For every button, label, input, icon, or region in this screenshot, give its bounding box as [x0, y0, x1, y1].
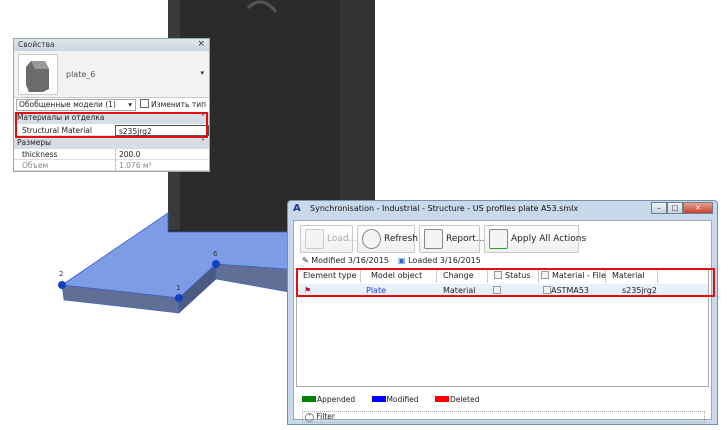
synchronisation-window: A Synchronisation - Industrial - Structu… [287, 200, 718, 425]
collapse-icon[interactable]: ˄ [201, 138, 205, 147]
minimize-button[interactable]: – [651, 202, 667, 214]
property-value[interactable]: 200.0 [115, 149, 209, 160]
properties-title-bar[interactable]: Свойства × [14, 39, 209, 51]
property-row[interactable]: thickness 200.0 [14, 149, 209, 160]
green-swatch [302, 396, 316, 402]
property-value: 1.076 м³ [115, 160, 209, 171]
red-swatch [434, 396, 449, 402]
type-filter-value: Обобщенные модели (1) [19, 100, 116, 109]
apply-label: Apply All Actions [511, 234, 587, 244]
properties-palette: Свойства × plate_6 ▾ Обобщенные модели (1… [13, 38, 210, 172]
refresh-button[interactable]: Refresh [357, 225, 418, 253]
legend-appended: Appended [302, 395, 355, 404]
load-label: Load... [327, 234, 358, 244]
edit-type-icon [140, 99, 149, 108]
maximize-button[interactable]: □ [667, 202, 683, 214]
loaded-text: Loaded 3/16/2015 [408, 256, 481, 265]
property-row: Объем 1.076 м³ [14, 160, 209, 171]
properties-title: Свойства [18, 40, 55, 49]
grip-point[interactable] [175, 294, 183, 302]
app-logo-icon: A [293, 203, 301, 214]
section-dimensions[interactable]: Размеры ˄ [14, 138, 209, 149]
legend-label: Appended [317, 395, 356, 404]
apply-checkmark-icon [489, 229, 508, 249]
edit-document-icon: ✎ [302, 256, 309, 265]
loaded-date: ▣ Loaded 3/16/2015 [398, 256, 481, 265]
legend: Appended Modified Deleted [302, 395, 479, 404]
chevron-down-icon[interactable]: ▾ [200, 69, 204, 77]
modified-text: Modified 3/16/2015 [311, 256, 389, 265]
section-title: Размеры [17, 138, 52, 147]
apply-all-actions-button[interactable]: Apply All Actions [484, 225, 586, 253]
property-label: Объем [14, 160, 115, 171]
window-title-bar[interactable]: A Synchronisation - Industrial - Structu… [288, 201, 717, 219]
point-label: 1 [176, 284, 180, 292]
plate-thumbnail [18, 54, 58, 95]
report-icon [424, 229, 443, 249]
edit-type-button[interactable]: Изменить тип [140, 99, 206, 111]
legend-label: Deleted [449, 395, 480, 404]
property-label: thickness [14, 149, 115, 160]
point-label: 6 [213, 250, 218, 258]
close-button[interactable]: ✕ [683, 202, 713, 214]
highlight-box [15, 112, 208, 138]
element-name: plate_6 [66, 70, 96, 79]
legend-modified: Modified [371, 395, 419, 404]
filter-expander[interactable]: ˅ Filter [302, 411, 705, 423]
load-icon [305, 229, 324, 249]
edit-type-label: Изменить тип [151, 100, 206, 109]
loaded-icon: ▣ [398, 256, 406, 265]
refresh-label: Refresh [384, 234, 418, 244]
highlight-box [296, 268, 715, 297]
type-preview[interactable]: plate_6 ▾ [14, 51, 209, 98]
legend-deleted: Deleted [434, 395, 480, 404]
type-filter-dropdown[interactable]: Обобщенные модели (1) ▾ [16, 99, 136, 111]
close-icon[interactable]: × [197, 39, 205, 49]
window-title: Synchronisation - Industrial - Structure… [310, 204, 579, 213]
grip-point[interactable] [58, 281, 66, 289]
modified-date: ✎ Modified 3/16/2015 [302, 256, 389, 265]
load-button[interactable]: Load... [300, 225, 357, 253]
report-label: Report... [446, 234, 485, 244]
legend-label: Modified [386, 395, 419, 404]
chevron-down-icon: ▾ [128, 100, 132, 109]
window-client: Load... Refresh Report... Apply All Acti… [293, 220, 715, 423]
refresh-icon [362, 229, 381, 249]
point-label: 2 [59, 270, 63, 278]
report-button[interactable]: Report... [419, 225, 484, 253]
grip-point[interactable] [212, 260, 220, 268]
blue-swatch [371, 396, 386, 402]
chevron-down-circle-icon: ˅ [305, 413, 314, 422]
filter-label: Filter [316, 412, 335, 421]
column-flange-right [340, 0, 375, 230]
